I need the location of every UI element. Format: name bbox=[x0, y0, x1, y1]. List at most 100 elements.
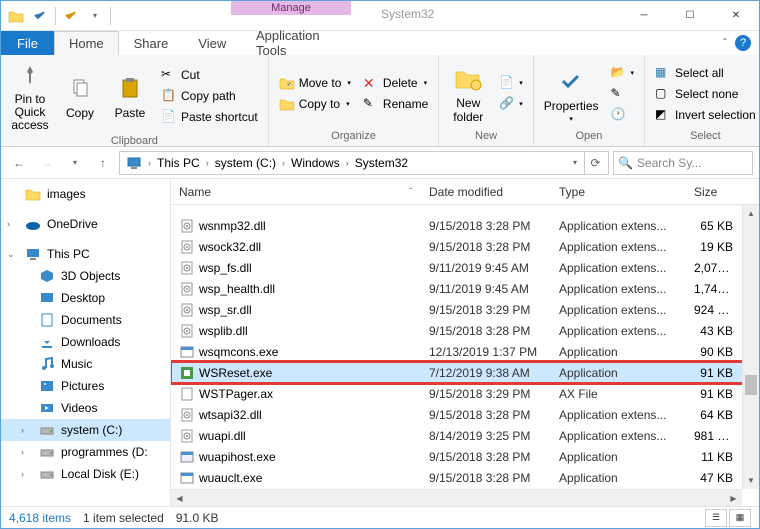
edit-button[interactable]: ✎ bbox=[607, 84, 639, 104]
file-row-partial[interactable] bbox=[171, 205, 759, 215]
close-button[interactable]: ✕ bbox=[713, 1, 759, 29]
expand-icon[interactable]: › bbox=[7, 219, 17, 229]
scroll-left-button[interactable]: ◀ bbox=[171, 490, 188, 506]
delete-button[interactable]: ✕Delete▾ bbox=[359, 73, 432, 93]
column-header-size[interactable]: Size bbox=[686, 179, 741, 204]
column-header-name[interactable]: Nameˆ bbox=[171, 179, 421, 204]
tree-item-programmes-d-[interactable]: ›programmes (D: bbox=[1, 441, 170, 463]
properties-button[interactable]: Properties▾ bbox=[540, 63, 603, 125]
scroll-up-button[interactable]: ▲ bbox=[743, 205, 759, 222]
file-row[interactable]: wsock32.dll9/15/2018 3:28 PMApplication … bbox=[171, 236, 759, 257]
column-header-date[interactable]: Date modified bbox=[421, 179, 551, 204]
application-tools-tab[interactable]: Application Tools bbox=[241, 31, 341, 55]
rename-button[interactable]: ✎Rename bbox=[359, 94, 432, 114]
refresh-button[interactable]: ⟳ bbox=[584, 151, 606, 175]
search-input[interactable]: 🔍 Search Sy... bbox=[613, 151, 753, 175]
qat-properties-button[interactable] bbox=[29, 5, 51, 27]
navigation-tree[interactable]: images ›OneDrive ⌄This PC3D ObjectsDesktop… bbox=[1, 179, 171, 506]
paste-shortcut-button[interactable]: 📄Paste shortcut bbox=[157, 107, 262, 127]
address-bar[interactable]: › This PC › system (C:) › Windows › Syst… bbox=[119, 151, 609, 175]
back-button[interactable]: ← bbox=[7, 151, 31, 175]
tree-item-documents[interactable]: Documents bbox=[1, 309, 170, 331]
separator bbox=[55, 7, 56, 25]
forward-button[interactable]: → bbox=[35, 151, 59, 175]
file-row[interactable]: wuapihost.exe9/15/2018 3:28 PMApplicatio… bbox=[171, 446, 759, 467]
chevron-right-icon[interactable]: › bbox=[204, 158, 211, 168]
file-list[interactable]: wsnmp32.dll9/15/2018 3:28 PMApplication … bbox=[171, 205, 759, 506]
file-row[interactable]: wuapi.dll8/14/2019 3:25 PMApplication ex… bbox=[171, 425, 759, 446]
qat-new-folder-button[interactable] bbox=[60, 5, 82, 27]
tree-item-this-pc[interactable]: ⌄This PC bbox=[1, 243, 170, 265]
rename-label: Rename bbox=[383, 97, 428, 111]
copy-path-button[interactable]: 📋Copy path bbox=[157, 86, 262, 106]
scroll-down-button[interactable]: ▼ bbox=[743, 472, 759, 489]
file-row[interactable]: WSTPager.ax9/15/2018 3:29 PMAX File91 KB bbox=[171, 383, 759, 404]
tree-item-3d-objects[interactable]: 3D Objects bbox=[1, 265, 170, 287]
tree-item-downloads[interactable]: Downloads bbox=[1, 331, 170, 353]
column-header-type[interactable]: Type bbox=[551, 179, 686, 204]
move-to-button[interactable]: Move to▾ bbox=[275, 73, 355, 93]
tree-item-pictures[interactable]: Pictures bbox=[1, 375, 170, 397]
file-row[interactable]: wsp_fs.dll9/11/2019 9:45 AMApplication e… bbox=[171, 257, 759, 278]
easy-access-button[interactable]: 🔗▾ bbox=[495, 94, 527, 114]
open-button[interactable]: 📂▾ bbox=[607, 63, 639, 83]
collapse-ribbon-icon[interactable]: ˆ bbox=[723, 36, 727, 50]
breadcrumb-segment[interactable]: system (C:) bbox=[211, 156, 280, 170]
select-none-button[interactable]: ▢Select none bbox=[651, 84, 760, 104]
paste-button[interactable]: Paste bbox=[107, 70, 153, 122]
file-row[interactable]: WSReset.exe7/12/2019 9:38 AMApplication9… bbox=[171, 362, 759, 383]
file-row[interactable]: wsp_sr.dll9/15/2018 3:29 PMApplication e… bbox=[171, 299, 759, 320]
file-tab[interactable]: File bbox=[1, 31, 54, 55]
file-row[interactable]: wuauclt.exe9/15/2018 3:28 PMApplication4… bbox=[171, 467, 759, 488]
chevron-right-icon[interactable]: › bbox=[146, 158, 153, 168]
tree-item-images[interactable]: images bbox=[1, 183, 170, 205]
file-row[interactable]: wsnmp32.dll9/15/2018 3:28 PMApplication … bbox=[171, 215, 759, 236]
pin-quick-access-button[interactable]: Pin to Quick access bbox=[7, 57, 53, 135]
share-tab[interactable]: Share bbox=[119, 31, 184, 55]
tree-item-local-disk-e-[interactable]: › Local Disk (E:) bbox=[1, 463, 170, 485]
maximize-button[interactable]: ☐ bbox=[667, 1, 713, 29]
tree-item-videos[interactable]: Videos bbox=[1, 397, 170, 419]
tree-item-desktop[interactable]: Desktop bbox=[1, 287, 170, 309]
recent-dropdown-button[interactable]: ▾ bbox=[63, 151, 87, 175]
file-row[interactable]: wsplib.dll9/15/2018 3:28 PMApplication e… bbox=[171, 320, 759, 341]
address-dropdown-button[interactable]: ▾ bbox=[566, 151, 584, 175]
scrollbar-thumb[interactable] bbox=[745, 375, 757, 395]
vertical-scrollbar[interactable]: ▲ ▼ bbox=[742, 205, 759, 489]
help-icon[interactable]: ? bbox=[735, 35, 751, 51]
view-tab[interactable]: View bbox=[183, 31, 241, 55]
file-date: 9/15/2018 3:28 PM bbox=[421, 450, 551, 464]
tree-item-label: Local Disk (E:) bbox=[61, 467, 139, 481]
copy-to-button[interactable]: Copy to▾ bbox=[275, 94, 355, 114]
thumbnails-view-button[interactable]: ▦ bbox=[729, 509, 751, 527]
expand-icon[interactable]: ⌄ bbox=[7, 249, 17, 260]
new-folder-button[interactable]: New folder bbox=[445, 61, 491, 125]
breadcrumb-segment[interactable]: System32 bbox=[351, 156, 412, 170]
up-button[interactable]: ↑ bbox=[91, 151, 115, 175]
chevron-right-icon[interactable]: › bbox=[280, 158, 287, 168]
file-row[interactable]: wsp_health.dll9/11/2019 9:45 AMApplicati… bbox=[171, 278, 759, 299]
cut-button[interactable]: ✂Cut bbox=[157, 65, 262, 85]
expand-icon[interactable]: › bbox=[21, 425, 31, 435]
expand-icon[interactable]: › bbox=[21, 447, 31, 457]
select-all-button[interactable]: ▦Select all bbox=[651, 63, 760, 83]
file-row[interactable]: wsqmcons.exe12/13/2019 1:37 PMApplicatio… bbox=[171, 341, 759, 362]
copy-button[interactable]: Copy bbox=[57, 70, 103, 122]
tree-item-onedrive[interactable]: ›OneDrive bbox=[1, 213, 170, 235]
breadcrumb-segment[interactable]: This PC bbox=[153, 156, 204, 170]
new-item-button[interactable]: 📄▾ bbox=[495, 73, 527, 93]
expand-icon[interactable]: › bbox=[21, 469, 31, 479]
scroll-right-button[interactable]: ▶ bbox=[725, 490, 742, 506]
tree-item-music[interactable]: Music bbox=[1, 353, 170, 375]
details-view-button[interactable]: ☰ bbox=[705, 509, 727, 527]
chevron-right-icon[interactable]: › bbox=[344, 158, 351, 168]
history-button[interactable]: 🕐 bbox=[607, 105, 639, 125]
tree-item-system-c-[interactable]: ›system (C:) bbox=[1, 419, 170, 441]
horizontal-scrollbar[interactable]: ◀ ▶ bbox=[171, 489, 742, 506]
invert-selection-button[interactable]: ◩Invert selection bbox=[651, 105, 760, 125]
breadcrumb-segment[interactable]: Windows bbox=[287, 156, 344, 170]
minimize-button[interactable]: ─ bbox=[621, 1, 667, 29]
qat-dropdown-button[interactable]: ▾ bbox=[84, 5, 106, 27]
home-tab[interactable]: Home bbox=[54, 31, 119, 55]
file-row[interactable]: wtsapi32.dll9/15/2018 3:28 PMApplication… bbox=[171, 404, 759, 425]
